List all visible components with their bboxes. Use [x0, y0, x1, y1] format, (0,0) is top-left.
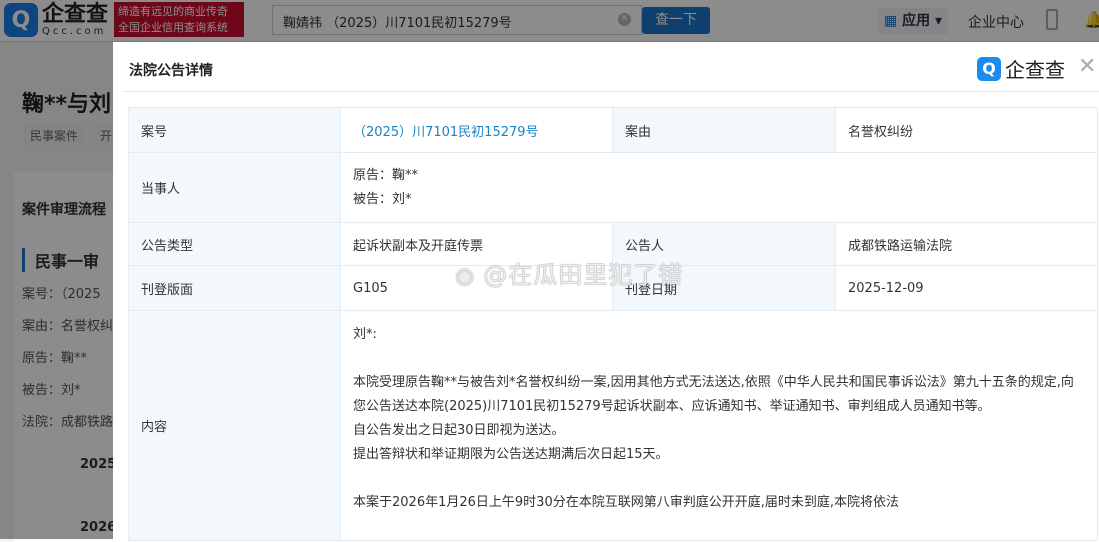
content-label: 内容 — [128, 310, 341, 541]
page-label: 刊登版面 — [128, 265, 341, 311]
content-line: 自公告发出之日起30日即视为送达。 — [353, 423, 565, 438]
announcer-value: 成都铁路运输法院 — [835, 222, 1098, 266]
page-value: G105 — [340, 265, 613, 311]
defendant: 被告：刘* — [353, 191, 412, 207]
table-row: 内容 刘*: 本院受理原告鞠**与被告刘*名誉权纠纷一案,因用其他方式无法送达,… — [128, 310, 1098, 541]
brand-text: 企查查 — [1005, 58, 1065, 82]
announcer-label: 公告人 — [612, 222, 836, 266]
content-line — [353, 467, 1085, 491]
qcc-logo-icon: Q — [977, 56, 1001, 81]
content-line: 提出答辩状和举证期限为公告送达期满后次日起15天。 — [353, 447, 669, 462]
brand-logo: Q 企查查 — [977, 54, 1065, 83]
type-value: 起诉状副本及开庭传票 — [340, 222, 613, 266]
close-icon[interactable]: ✕ — [1078, 54, 1096, 79]
content-line: 本院受理原告鞠**与被告刘*名誉权纠纷一案,因用其他方式无法送达,依照《中华人民… — [353, 375, 1074, 414]
date-value: 2025-12-09 — [835, 265, 1098, 311]
parties-label: 当事人 — [128, 152, 341, 223]
divider — [123, 91, 1099, 92]
plaintiff: 原告：鞠** — [353, 167, 419, 183]
table-row: 公告类型 起诉状副本及开庭传票 公告人 成都铁路运输法院 — [128, 222, 1098, 266]
court-notice-modal: 法院公告详情 Q 企查查 ✕ 案号 （2025）川7101民初15279号 案由 … — [113, 42, 1099, 542]
content-line — [353, 347, 1085, 371]
case-no-link[interactable]: （2025）川7101民初15279号 — [340, 107, 613, 153]
date-label: 刊登日期 — [612, 265, 836, 311]
cause-label: 案由 — [612, 107, 836, 153]
content-value: 刘*: 本院受理原告鞠**与被告刘*名誉权纠纷一案,因用其他方式无法送达,依照《… — [340, 310, 1098, 541]
content-line: 刘*: — [353, 327, 377, 342]
table-row: 当事人 原告：鞠** 被告：刘* — [128, 152, 1098, 223]
case-no-label: 案号 — [128, 107, 341, 153]
modal-title: 法院公告详情 — [129, 63, 213, 79]
table-row: 刊登版面 G105 刊登日期 2025-12-09 — [128, 265, 1098, 311]
content-line: 本案于2026年1月26日上午9时30分在本院互联网第八审判庭公开开庭,届时未到… — [353, 495, 899, 510]
cause-value: 名誉权纠纷 — [835, 107, 1098, 153]
type-label: 公告类型 — [128, 222, 341, 266]
table-row: 案号 （2025）川7101民初15279号 案由 名誉权纠纷 — [128, 107, 1098, 153]
notice-table: 案号 （2025）川7101民初15279号 案由 名誉权纠纷 当事人 原告：鞠… — [128, 107, 1098, 541]
